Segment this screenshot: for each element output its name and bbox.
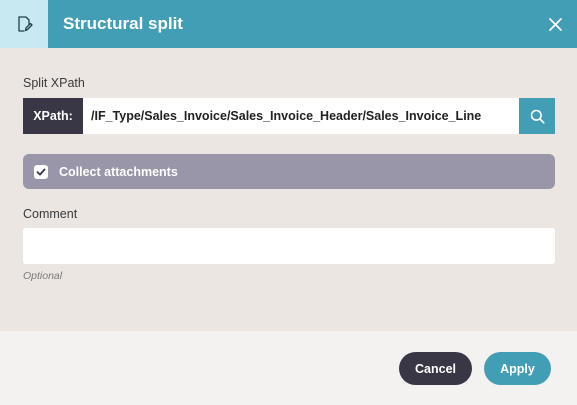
dialog-footer: Cancel Apply	[0, 331, 577, 405]
dialog-title: Structural split	[63, 14, 183, 33]
cancel-button[interactable]: Cancel	[399, 352, 472, 385]
collect-attachments-toggle[interactable]: Collect attachments	[23, 154, 555, 189]
dialog-header: Structural split	[0, 0, 577, 48]
comment-hint: Optional	[23, 270, 63, 282]
structural-split-dialog: Structural split Split XPath XPath: /IF_…	[0, 0, 577, 405]
close-button[interactable]	[545, 14, 565, 34]
document-edit-icon	[0, 0, 48, 48]
xpath-search-button[interactable]	[519, 98, 555, 134]
xpath-input[interactable]	[83, 98, 519, 134]
collect-attachments-label: Collect attachments	[59, 164, 178, 179]
comment-input[interactable]	[23, 228, 555, 264]
apply-button[interactable]: Apply	[484, 352, 551, 385]
comment-label: Comment	[23, 207, 78, 221]
split-xpath-label: Split XPath	[23, 76, 85, 90]
collect-attachments-checkbox[interactable]	[34, 164, 48, 179]
close-icon	[548, 17, 562, 31]
xpath-field: XPath:	[23, 98, 555, 134]
search-icon	[530, 109, 545, 124]
checkmark-icon	[36, 167, 46, 177]
xpath-prefix: XPath:	[23, 98, 83, 134]
